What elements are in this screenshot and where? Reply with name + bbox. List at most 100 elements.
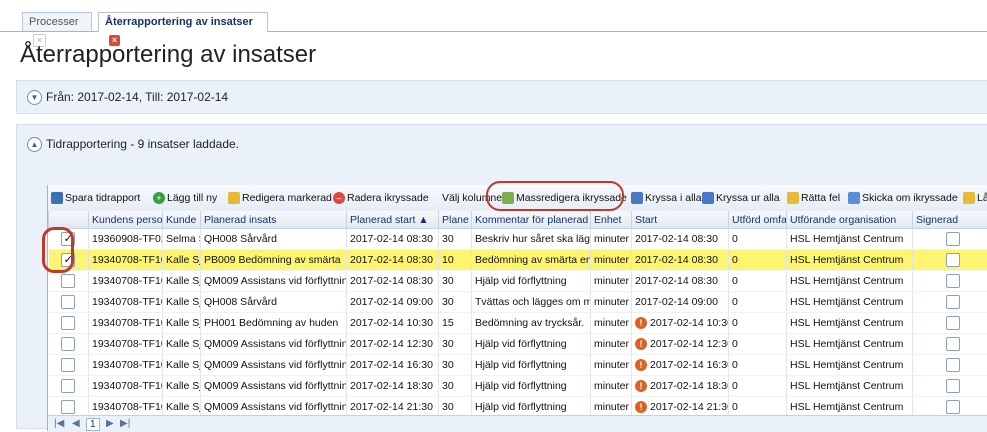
cell-planned-start[interactable]: 2017-02-14 09:00: [347, 292, 439, 313]
checkbox[interactable]: [61, 295, 75, 309]
cell-insats[interactable]: PH001 Bedömning av huden: [201, 313, 347, 334]
table-row[interactable]: 19340708-TF10Kalle SjQM009 Assistans vid…: [49, 355, 987, 376]
cell-planned-amount[interactable]: 30: [439, 334, 472, 355]
cell-planned-start[interactable]: 2017-02-14 08:30: [347, 229, 439, 250]
table-row[interactable]: ✓19360908-TF02Selma SQH008 Sårvård2017-0…: [49, 229, 987, 250]
chevron-up-icon[interactable]: ▲: [27, 137, 42, 152]
row-checkbox[interactable]: [49, 313, 89, 334]
cell-planned-amount[interactable]: 30: [439, 229, 472, 250]
checkbox[interactable]: [946, 295, 960, 309]
cell-organisation[interactable]: HSL Hemtjänst Centrum: [787, 376, 913, 397]
cell-kund[interactable]: Kalle Sj: [163, 271, 201, 292]
cell-planned-amount[interactable]: 30: [439, 355, 472, 376]
column-header[interactable]: Utförd omfat: [729, 211, 787, 229]
column-header[interactable]: Planerad insats: [201, 211, 347, 229]
cell-start[interactable]: 2017-02-14 08:30: [632, 271, 729, 292]
cell-start[interactable]: !2017-02-14 16:30: [632, 355, 729, 376]
column-header[interactable]: [49, 211, 89, 229]
tab-aterrapportering[interactable]: Återrapportering av insatser×: [98, 12, 268, 32]
save-button[interactable]: Spara tidrapport: [51, 190, 140, 206]
resend-button[interactable]: Skicka om ikryssade: [848, 190, 958, 206]
cell-comment[interactable]: Hjälp vid förflyttning: [472, 271, 591, 292]
chevron-down-icon[interactable]: ▼: [27, 90, 42, 105]
row-checkbox[interactable]: [49, 271, 89, 292]
cell-comment[interactable]: Hjälp vid förflyttning: [472, 376, 591, 397]
cell-unit[interactable]: minuter: [591, 376, 632, 397]
cell-organisation[interactable]: HSL Hemtjänst Centrum: [787, 334, 913, 355]
uncheck-all-button[interactable]: Kryssa ur alla: [702, 190, 780, 206]
cell-comment[interactable]: Bedömning av trycksår.: [472, 313, 591, 334]
lock-button[interactable]: Lås: [963, 190, 987, 206]
cell-insats[interactable]: PB009 Bedömning av smärta: [201, 250, 347, 271]
cell-organisation[interactable]: HSL Hemtjänst Centrum: [787, 292, 913, 313]
page-number[interactable]: 1: [86, 418, 100, 431]
checkbox[interactable]: [61, 274, 75, 288]
cell-insats[interactable]: QM009 Assistans vid förflyttning: [201, 376, 347, 397]
signed-checkbox[interactable]: [913, 313, 987, 334]
cell-performed-amount[interactable]: 0: [729, 292, 787, 313]
cell-performed-amount[interactable]: 0: [729, 313, 787, 334]
cell-personnummer[interactable]: 19340708-TF10: [89, 376, 163, 397]
checkbox[interactable]: [61, 400, 75, 414]
cell-kund[interactable]: Selma S: [163, 229, 201, 250]
row-checkbox[interactable]: [49, 292, 89, 313]
signed-checkbox[interactable]: [913, 271, 987, 292]
edit-button[interactable]: Redigera markerad: [228, 190, 332, 206]
cell-planned-amount[interactable]: 15: [439, 313, 472, 334]
checkbox[interactable]: [946, 274, 960, 288]
cell-start[interactable]: !2017-02-14 10:30: [632, 313, 729, 334]
cell-personnummer[interactable]: 19340708-TF10: [89, 250, 163, 271]
cell-unit[interactable]: minuter: [591, 334, 632, 355]
cell-personnummer[interactable]: 19360908-TF02: [89, 229, 163, 250]
row-checkbox[interactable]: [49, 355, 89, 376]
column-header[interactable]: Signerad: [913, 211, 987, 229]
cell-kund[interactable]: Kalle Sj: [163, 376, 201, 397]
tab-processer[interactable]: Processer×: [22, 12, 92, 31]
checkbox[interactable]: [946, 400, 960, 414]
cell-insats[interactable]: QM009 Assistans vid förflyttning: [201, 355, 347, 376]
cell-planned-start[interactable]: 2017-02-14 08:30: [347, 271, 439, 292]
checkbox[interactable]: [61, 358, 75, 372]
column-header[interactable]: Kunde: [163, 211, 201, 229]
cell-organisation[interactable]: HSL Hemtjänst Centrum: [787, 250, 913, 271]
cell-planned-amount[interactable]: 10: [439, 250, 472, 271]
cell-comment[interactable]: Hjälp vid förflyttning: [472, 355, 591, 376]
signed-checkbox[interactable]: [913, 376, 987, 397]
cell-planned-start[interactable]: 2017-02-14 16:30: [347, 355, 439, 376]
next-page-button[interactable]: ▶: [106, 418, 114, 429]
cell-performed-amount[interactable]: 0: [729, 334, 787, 355]
signed-checkbox[interactable]: [913, 292, 987, 313]
cell-personnummer[interactable]: 19340708-TF10: [89, 313, 163, 334]
cell-performed-amount[interactable]: 0: [729, 355, 787, 376]
cell-planned-amount[interactable]: 30: [439, 376, 472, 397]
cell-planned-start[interactable]: 2017-02-14 10:30: [347, 313, 439, 334]
cell-insats[interactable]: QM009 Assistans vid förflyttning: [201, 271, 347, 292]
checkbox[interactable]: [61, 337, 75, 351]
row-checkbox[interactable]: [49, 334, 89, 355]
checkbox[interactable]: [946, 316, 960, 330]
column-header[interactable]: Utförande organisation: [787, 211, 913, 229]
cell-comment[interactable]: Hjälp vid förflyttning: [472, 334, 591, 355]
cell-insats[interactable]: QH008 Sårvård: [201, 229, 347, 250]
cell-comment[interactable]: Tvättas och lägges om med x: [472, 292, 591, 313]
cell-performed-amount[interactable]: 0: [729, 271, 787, 292]
cell-personnummer[interactable]: 19340708-TF10: [89, 355, 163, 376]
cell-comment[interactable]: Beskriv hur såret ska läggas o: [472, 229, 591, 250]
cell-start[interactable]: 2017-02-14 08:30: [632, 229, 729, 250]
cell-planned-start[interactable]: 2017-02-14 12:30: [347, 334, 439, 355]
table-row[interactable]: 19340708-TF10Kalle SjQH008 Sårvård2017-0…: [49, 292, 987, 313]
cell-organisation[interactable]: HSL Hemtjänst Centrum: [787, 313, 913, 334]
fix-errors-button[interactable]: Rätta fel: [787, 190, 840, 206]
cell-start[interactable]: 2017-02-14 09:00: [632, 292, 729, 313]
cell-unit[interactable]: minuter: [591, 271, 632, 292]
report-panel-header[interactable]: ▲Tidrapportering - 9 insatser laddade.: [27, 135, 239, 153]
column-header[interactable]: Enhet: [591, 211, 632, 229]
cell-organisation[interactable]: HSL Hemtjänst Centrum: [787, 271, 913, 292]
cell-kund[interactable]: Kalle Sj: [163, 355, 201, 376]
cell-planned-start[interactable]: 2017-02-14 08:30: [347, 250, 439, 271]
signed-checkbox[interactable]: [913, 250, 987, 271]
table-row[interactable]: 19340708-TF10Kalle SjPH001 Bedömning av …: [49, 313, 987, 334]
checkbox[interactable]: [946, 253, 960, 267]
table-row[interactable]: 19340708-TF10Kalle SjQM009 Assistans vid…: [49, 334, 987, 355]
table-row[interactable]: 19340708-TF10Kalle SjQM009 Assistans vid…: [49, 271, 987, 292]
